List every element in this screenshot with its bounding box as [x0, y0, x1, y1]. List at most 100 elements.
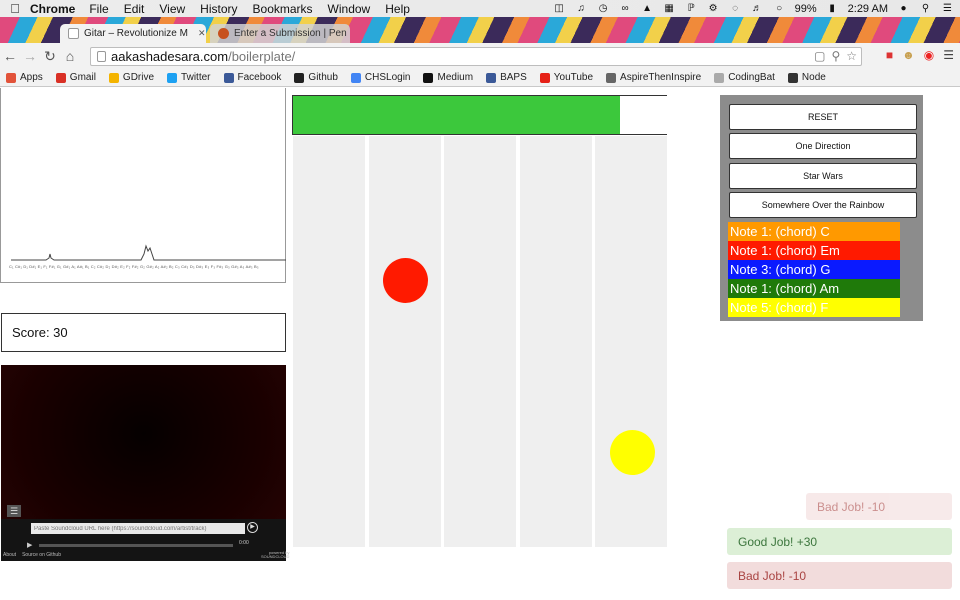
bookmark-medium[interactable]: Medium: [423, 72, 473, 83]
blog-icon: [606, 72, 617, 83]
volume-icon[interactable]: ♬: [751, 3, 764, 14]
extension-red-icon[interactable]: ■: [886, 48, 893, 62]
clock-icon[interactable]: ◷: [597, 3, 610, 14]
notification-center-icon[interactable]: ☰: [941, 3, 954, 14]
bookmark-gdrive[interactable]: GDrive: [108, 72, 154, 83]
github-icon: [294, 72, 305, 83]
user-icon[interactable]: ●: [897, 3, 910, 14]
bookmark-apps[interactable]: Apps: [6, 72, 43, 83]
reset-button[interactable]: RESET: [729, 104, 917, 130]
bookmark-label: Gmail: [69, 72, 96, 83]
menu-help[interactable]: Help: [385, 2, 410, 16]
tab-submission[interactable]: Enter a Submission | Pen: [210, 24, 350, 43]
bookmark-codingbat[interactable]: CodingBat: [714, 72, 775, 83]
dropbox-icon[interactable]: ▲: [641, 3, 654, 14]
note-item: Note 1: (chord) Em: [728, 241, 900, 260]
song-over-the-rainbow-button[interactable]: Somewhere Over the Rainbow: [729, 192, 917, 218]
extension-face-icon[interactable]: ☻: [902, 48, 915, 62]
menu-bookmarks[interactable]: Bookmarks: [253, 2, 313, 16]
frequency-visualizer: C₁ C#₁ D₁ D#₁ E₁ F₁ F#₁ G₁ G#₁ A₁ A#₁ B₁…: [0, 88, 286, 283]
forward-arrow-icon[interactable]: →: [20, 48, 40, 64]
menu-edit[interactable]: Edit: [124, 2, 145, 16]
menu-view[interactable]: View: [159, 2, 185, 16]
bookmark-label: Node: [801, 72, 826, 83]
feedback-toast-good: Good Job! +30: [727, 528, 952, 555]
bookmark-facebook[interactable]: Facebook: [223, 72, 282, 83]
back-arrow-icon[interactable]: ←: [0, 48, 20, 64]
status-menu-area: ◫ ♫ ◷ ∞ ▲ ▦ ℙ ⚙ ◌ ♬ ○ 99% ▮ 2:29 AM ● ⚲ …: [553, 0, 954, 17]
bookmark-youtube[interactable]: YouTube: [539, 72, 593, 83]
song-one-direction-button[interactable]: One Direction: [729, 133, 917, 159]
bookmark-github[interactable]: Github: [294, 72, 338, 83]
bookmark-label: Github: [308, 72, 338, 83]
time-machine-icon[interactable]: ⚙: [707, 3, 720, 14]
app-menu-chrome[interactable]: Chrome: [30, 2, 75, 16]
apple-menu-icon[interactable]: : [0, 1, 30, 16]
camera-icon[interactable]: ▢: [814, 49, 825, 63]
battery-icon: ▮: [829, 3, 835, 14]
lane-3: [444, 136, 516, 547]
bookmark-label: Medium: [437, 72, 474, 83]
frequency-note-labels: C₁ C#₁ D₁ D#₁ E₁ F₁ F#₁ G₁ G#₁ A₁ A#₁ B₁…: [9, 264, 259, 269]
extension-power-icon[interactable]: ◉: [924, 48, 934, 62]
page-icon: [97, 51, 106, 62]
mac-menu-bar:  Chrome File Edit View History Bookmark…: [0, 0, 960, 17]
bookmark-aspiretheninspire[interactable]: AspireThenInspire: [606, 72, 701, 83]
display-icon[interactable]: ◫: [553, 3, 566, 14]
address-bar[interactable]: aakashadesara.com/boilerplate/ ▢ ⚲ ☆: [90, 47, 862, 66]
song-star-wars-button[interactable]: Star Wars: [729, 163, 917, 189]
play-icon[interactable]: ▶: [27, 541, 32, 549]
close-tab-icon[interactable]: ✕: [198, 28, 206, 39]
note-item: Note 1: (chord) Am: [728, 279, 900, 298]
reload-icon[interactable]: ↻: [40, 48, 60, 65]
bookmark-twitter[interactable]: Twitter: [167, 72, 211, 83]
bookmark-label: CHSLogin: [364, 72, 411, 83]
wifi-icon[interactable]: ◌: [729, 3, 742, 14]
facebook-icon: [223, 72, 234, 83]
submit-url-icon[interactable]: ▶: [247, 522, 258, 533]
chat-icon[interactable]: ○: [773, 3, 786, 14]
tab-gitar[interactable]: Gitar – Revolutionize M ✕: [60, 24, 206, 43]
lane-1: [293, 136, 365, 547]
bookmark-gmail[interactable]: Gmail: [55, 72, 96, 83]
medium-icon: [423, 72, 434, 83]
note-item: Note 1: (chord) C: [728, 222, 900, 241]
codepen-favicon-icon: [218, 28, 229, 39]
tab-title: Enter a Submission | Pen: [234, 28, 347, 39]
score-display: Score: 30: [1, 313, 286, 352]
menu-window[interactable]: Window: [328, 2, 371, 16]
spotlight-search-icon[interactable]: ⚲: [919, 3, 932, 14]
menu-file[interactable]: File: [89, 2, 108, 16]
bookmark-label: Facebook: [237, 72, 282, 83]
node-icon: [787, 72, 798, 83]
bluetooth-icon[interactable]: ℙ: [685, 3, 698, 14]
spectrum-line: [11, 244, 286, 261]
bookmark-star-icon[interactable]: ☆: [846, 49, 857, 63]
about-link[interactable]: About: [3, 552, 16, 558]
hamburger-menu-icon[interactable]: ☰: [7, 505, 21, 517]
bookmark-label: Twitter: [181, 72, 211, 83]
feedback-toast-bad: Bad Job! -10: [806, 493, 952, 520]
control-panel: RESET One Direction Star Wars Somewhere …: [720, 95, 923, 321]
source-github-link[interactable]: Source on Github: [22, 552, 61, 558]
home-icon[interactable]: ⌂: [60, 48, 80, 64]
drive-icon: [108, 72, 119, 83]
grid-icon[interactable]: ▦: [663, 3, 676, 14]
bookmark-baps[interactable]: BAPS: [486, 72, 527, 83]
soundcloud-url-input[interactable]: [31, 523, 245, 534]
feedback-toast-bad: Bad Job! -10: [727, 562, 952, 589]
bookmark-label: Apps: [20, 72, 43, 83]
seek-bar[interactable]: [39, 544, 233, 547]
chrome-menu-icon[interactable]: ☰: [943, 48, 954, 62]
url-path: /boilerplate/: [228, 49, 296, 64]
bookmark-node[interactable]: Node: [787, 72, 826, 83]
zoom-icon[interactable]: ⚲: [831, 49, 840, 63]
battery-percent[interactable]: 99%: [795, 3, 817, 15]
soundcloud-player: ☰ ▶ ▶ 0:00 About Source on Github powere…: [1, 365, 289, 561]
menu-history[interactable]: History: [200, 2, 237, 16]
bookmark-chslogin[interactable]: CHSLogin: [350, 72, 411, 83]
link-icon[interactable]: ∞: [619, 3, 632, 14]
notification-bell-icon[interactable]: ♫: [575, 3, 588, 14]
spectrum-graph: [11, 244, 286, 261]
menu-clock[interactable]: 2:29 AM: [848, 3, 888, 15]
